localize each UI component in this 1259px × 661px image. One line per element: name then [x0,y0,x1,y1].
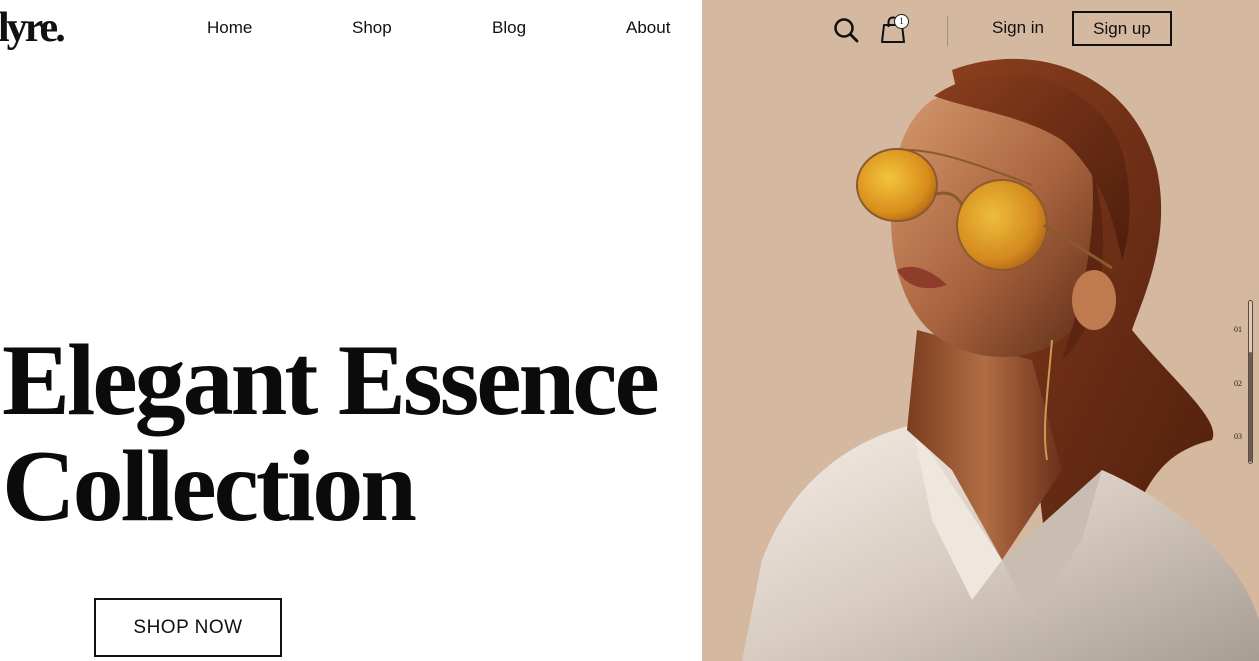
slide-progress-thumb[interactable] [1249,352,1252,462]
nav-home[interactable]: Home [207,18,252,38]
nav-blog[interactable]: Blog [492,18,526,38]
sign-in-link[interactable]: Sign in [992,18,1044,38]
hero-image [702,0,1259,661]
landing-page: lyre. Home Shop Blog About 1 Sign in Sig… [0,0,1259,661]
nav-about[interactable]: About [626,18,670,38]
slide-indicator-02[interactable]: 02 [1234,379,1242,389]
shop-now-button[interactable]: SHOP NOW [94,598,282,657]
slide-indicator-03[interactable]: 03 [1234,432,1242,442]
brand-logo[interactable]: lyre. [0,4,66,52]
header-divider [947,16,948,46]
headline-line-2: Collection [2,430,417,543]
search-icon[interactable] [832,16,860,44]
sign-up-button[interactable]: Sign up [1072,11,1172,46]
headline-line-1: Elegant Essence [2,324,660,437]
slide-indicator-01[interactable]: 01 [1234,325,1242,335]
cart-count-badge: 1 [894,14,909,29]
hero-headline: Elegant Essence Collection [2,324,660,543]
nav-shop[interactable]: Shop [352,18,392,38]
